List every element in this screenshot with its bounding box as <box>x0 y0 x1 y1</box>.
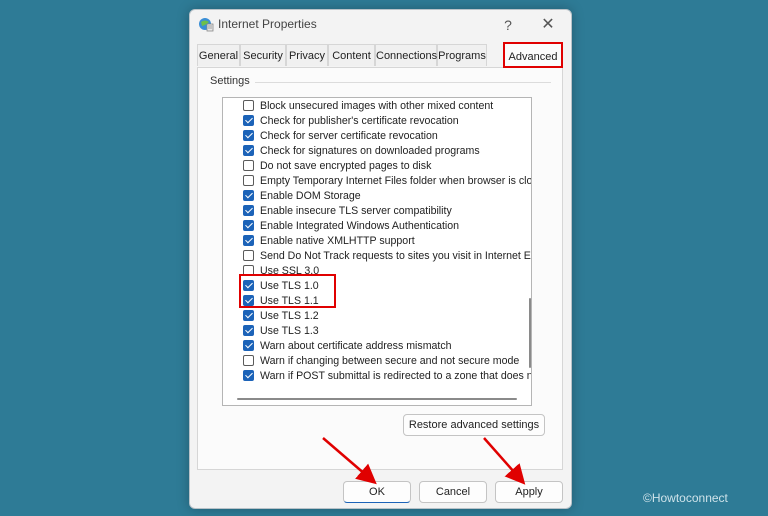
checkbox[interactable] <box>243 115 254 126</box>
setting-empty-temp-files[interactable]: Empty Temporary Internet Files folder wh… <box>243 174 532 189</box>
checkbox[interactable] <box>243 205 254 216</box>
setting-check-signatures[interactable]: Check for signatures on downloaded progr… <box>243 144 531 159</box>
setting-label: Use TLS 1.3 <box>260 325 319 337</box>
internet-options-icon <box>198 16 214 32</box>
checkbox[interactable] <box>243 190 254 201</box>
setting-use-tls-1-2[interactable]: Use TLS 1.2 <box>243 309 531 324</box>
setting-integrated-windows-auth[interactable]: Enable Integrated Windows Authentication <box>243 219 531 234</box>
internet-properties-dialog: Internet Properties ? ✕ General Security… <box>189 9 572 509</box>
setting-label: Check for signatures on downloaded progr… <box>260 145 480 157</box>
setting-warn-cert-mismatch[interactable]: Warn about certificate address mismatch <box>243 339 531 354</box>
setting-label: Warn if POST submittal is redirected to … <box>260 370 532 382</box>
tab-connections[interactable]: Connections <box>375 44 437 66</box>
checkbox[interactable] <box>243 220 254 231</box>
setting-label: Warn about certificate address mismatch <box>260 340 452 352</box>
checkbox[interactable] <box>243 325 254 336</box>
checkbox[interactable] <box>243 145 254 156</box>
setting-block-unsecured-images[interactable]: Block unsecured images with other mixed … <box>243 99 531 114</box>
setting-label: Use TLS 1.2 <box>260 310 319 322</box>
tab-general[interactable]: General <box>197 44 240 66</box>
close-button[interactable]: ✕ <box>538 15 558 35</box>
setting-native-xmlhttp[interactable]: Enable native XMLHTTP support <box>243 234 531 249</box>
setting-label: Empty Temporary Internet Files folder wh… <box>260 175 532 187</box>
advanced-panel: Settings Block unsecured images with oth… <box>197 67 563 470</box>
setting-warn-post-redirect[interactable]: Warn if POST submittal is redirected to … <box>243 369 532 384</box>
setting-label: Enable insecure TLS server compatibility <box>260 205 452 217</box>
checkbox[interactable] <box>243 160 254 171</box>
ok-button[interactable]: OK <box>343 481 411 503</box>
setting-label: Enable DOM Storage <box>260 190 361 202</box>
tab-content[interactable]: Content <box>328 44 375 66</box>
tab-privacy[interactable]: Privacy <box>286 44 328 66</box>
setting-use-tls-1-3[interactable]: Use TLS 1.3 <box>243 324 531 339</box>
settings-group-label: Settings <box>210 75 254 87</box>
setting-insecure-tls-compat[interactable]: Enable insecure TLS server compatibility <box>243 204 531 219</box>
vertical-scrollbar[interactable] <box>529 298 531 368</box>
checkbox[interactable] <box>243 175 254 186</box>
setting-enable-dom-storage[interactable]: Enable DOM Storage <box>243 189 531 204</box>
setting-label: Warn if changing between secure and not … <box>260 355 520 367</box>
tls-highlight-annotation <box>239 274 336 308</box>
setting-label: Send Do Not Track requests to sites you … <box>260 250 531 262</box>
watermark: ©Howtoconnect <box>643 491 728 505</box>
tab-programs[interactable]: Programs <box>437 44 487 66</box>
horizontal-scrollbar[interactable] <box>237 398 517 400</box>
settings-list[interactable]: Block unsecured images with other mixed … <box>222 97 532 406</box>
cancel-button[interactable]: Cancel <box>419 481 487 503</box>
setting-server-cert-revocation[interactable]: Check for server certificate revocation <box>243 129 531 144</box>
checkbox[interactable] <box>243 100 254 111</box>
checkbox[interactable] <box>243 370 254 381</box>
checkbox[interactable] <box>243 250 254 261</box>
setting-label: Check for server certificate revocation <box>260 130 438 142</box>
checkbox[interactable] <box>243 235 254 246</box>
setting-warn-secure-mode-change[interactable]: Warn if changing between secure and not … <box>243 354 531 369</box>
setting-label: Enable native XMLHTTP support <box>260 235 415 247</box>
setting-label: Block unsecured images with other mixed … <box>260 100 494 112</box>
tab-security[interactable]: Security <box>240 44 286 66</box>
settings-divider <box>255 82 551 83</box>
setting-do-not-track[interactable]: Send Do Not Track requests to sites you … <box>243 249 531 264</box>
apply-button[interactable]: Apply <box>495 481 563 503</box>
window-title: Internet Properties <box>218 17 317 31</box>
tab-advanced[interactable]: Advanced <box>503 42 563 68</box>
checkbox[interactable] <box>243 130 254 141</box>
setting-label: Check for publisher's certificate revoca… <box>260 115 459 127</box>
restore-advanced-settings-button[interactable]: Restore advanced settings <box>403 414 545 436</box>
setting-do-not-save-encrypted[interactable]: Do not save encrypted pages to disk <box>243 159 531 174</box>
checkbox[interactable] <box>243 355 254 366</box>
setting-label: Enable Integrated Windows Authentication <box>260 220 460 232</box>
setting-publisher-cert-revocation[interactable]: Check for publisher's certificate revoca… <box>243 114 531 129</box>
title-bar: Internet Properties ? ✕ <box>190 10 571 40</box>
setting-label: Do not save encrypted pages to disk <box>260 160 432 172</box>
help-button[interactable]: ? <box>498 15 518 35</box>
checkbox[interactable] <box>243 340 254 351</box>
checkbox[interactable] <box>243 310 254 321</box>
